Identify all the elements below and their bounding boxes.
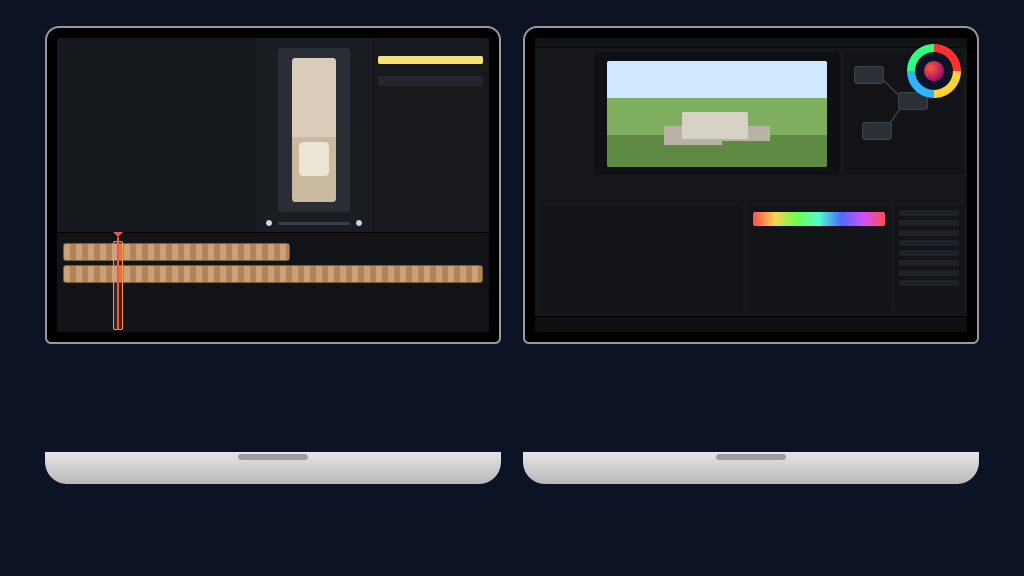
- capcut-tip-note: [378, 56, 483, 64]
- davinci-right-panel: [895, 206, 963, 312]
- capcut-player-panel: [256, 38, 373, 232]
- capcut-preview-frame: [292, 58, 336, 202]
- davinci-menubar[interactable]: [535, 38, 967, 48]
- laptop-bases: [0, 452, 1024, 484]
- davinci-viewer[interactable]: [594, 52, 840, 175]
- davinci-screen: [535, 38, 967, 332]
- capcut-player-label: [256, 38, 373, 46]
- capcut-transport[interactable]: [266, 218, 363, 228]
- capcut-track-1[interactable]: [63, 243, 290, 261]
- davinci-logo-icon: [907, 44, 961, 98]
- davinci-laptop: [523, 26, 979, 344]
- davinci-laptop-base: [523, 452, 979, 484]
- capcut-bezel: [45, 26, 501, 344]
- davinci-node[interactable]: [862, 122, 892, 140]
- capcut-scrubber[interactable]: [278, 222, 351, 225]
- capcut-tracks[interactable]: [57, 241, 489, 332]
- play-icon[interactable]: [266, 220, 272, 226]
- capcut-timeline: [57, 232, 489, 332]
- capcut-blend-slider[interactable]: [378, 76, 483, 86]
- davinci-bezel: [523, 26, 979, 344]
- capcut-playhead[interactable]: [117, 237, 119, 330]
- capcut-player[interactable]: [278, 48, 351, 212]
- capcut-style-grid: [57, 50, 256, 232]
- capcut-track-2[interactable]: [63, 265, 483, 283]
- capcut-laptop: [45, 26, 501, 344]
- davinci-hue-strip[interactable]: [753, 212, 886, 226]
- davinci-clip-strip[interactable]: [535, 177, 967, 203]
- capcut-screen: [57, 38, 489, 332]
- capcut-media-panel: [57, 38, 256, 232]
- capcut-inspector: [372, 38, 489, 232]
- fullscreen-icon[interactable]: [356, 220, 362, 226]
- davinci-gallery: [539, 52, 590, 175]
- davinci-color-wheels: [539, 206, 743, 312]
- page-title: [0, 0, 1024, 22]
- davinci-node[interactable]: [854, 66, 884, 84]
- capcut-laptop-base: [45, 452, 501, 484]
- davinci-page-tabs[interactable]: [535, 316, 967, 332]
- footer-credit: [0, 536, 1024, 576]
- davinci-curves-panel: [747, 206, 892, 312]
- davinci-preview-frame: [607, 61, 826, 167]
- capcut-toolbar: [57, 38, 256, 50]
- comparison-row: [0, 22, 1024, 344]
